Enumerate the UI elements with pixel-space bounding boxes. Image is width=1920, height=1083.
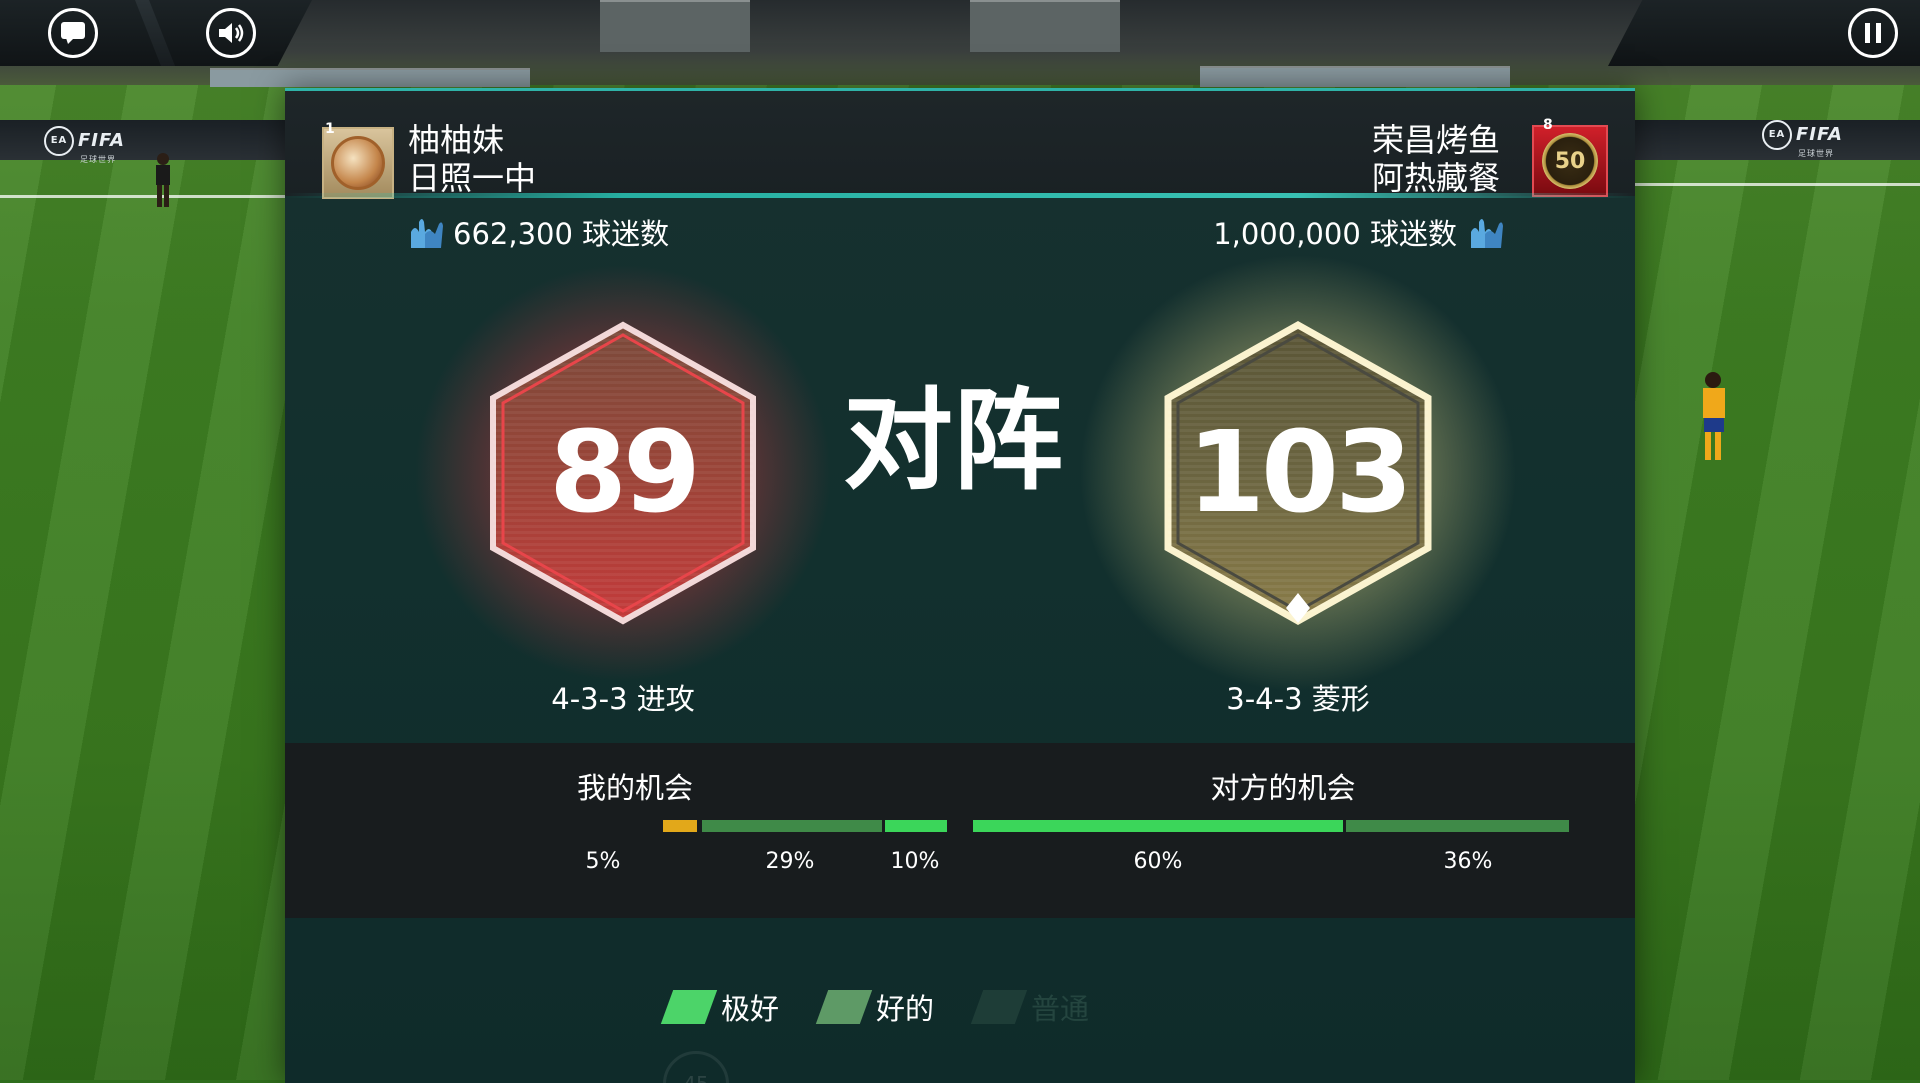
panel-header: 1 柚柚妹 日照一中 荣昌烤鱼 阿热藏餐 50 8 (285, 91, 1635, 199)
pitch-line (1630, 183, 1920, 186)
their-chance-bar-good (1346, 820, 1569, 832)
legend-normal: 普通 (970, 986, 1090, 1028)
header-divider-glow (285, 193, 1635, 198)
fifa-logo-right: EA FIFA 足球世界 (1762, 120, 1843, 159)
my-chance-bar-good (702, 820, 882, 832)
away-team-rating: 103 (1187, 408, 1413, 538)
ea-logo-icon: EA (44, 126, 74, 156)
home-fans: 662,300 球迷数 (405, 211, 669, 253)
home-rank: 1 (325, 121, 335, 137)
brand-text: FIFA (78, 130, 125, 151)
my-chance-pct-great: 10% (890, 849, 940, 874)
brand-text: FIFA (1796, 124, 1843, 145)
sound-button[interactable] (206, 8, 256, 58)
legend-good: 好的 (815, 986, 935, 1028)
chat-bubble-icon (61, 22, 85, 44)
away-fans-count: 1,000,000 球迷数 (1213, 217, 1457, 251)
pause-icon (1865, 23, 1881, 43)
laurel-wreath-icon: 50 (1542, 133, 1598, 189)
legend-swatch-normal (970, 990, 1028, 1024)
away-formation: 3-4-3 菱形 (1226, 682, 1370, 716)
stand-block (970, 0, 1120, 52)
my-chance-bar-great (885, 820, 947, 832)
legend-label: 极好 (721, 992, 780, 1026)
faded-timer-badge: 45 (663, 1051, 729, 1083)
brand-subtext: 足球世界 (80, 155, 116, 164)
player-figure-icon (1703, 372, 1725, 460)
away-rank: 8 (1543, 117, 1553, 133)
legend-label: 普通 (1031, 992, 1090, 1026)
stand-block (210, 68, 530, 87)
home-formation: 4-3-3 进攻 (551, 682, 695, 716)
pitch-line (0, 195, 290, 198)
their-chances-title: 对方的机会 (1210, 771, 1356, 805)
hud-left-bar (0, 0, 312, 66)
away-club-badge[interactable]: 50 (1532, 125, 1608, 197)
my-chance-bar-poor (663, 820, 697, 832)
legend-swatch-excellent (660, 990, 718, 1024)
legend-swatch-good (815, 990, 873, 1024)
fifa-logo-left: EA FIFA 足球世界 (44, 126, 125, 165)
fans-cheer-icon (1471, 219, 1503, 248)
matchup-panel: 1 柚柚妹 日照一中 荣昌烤鱼 阿热藏餐 50 8 662,300 球迷数 1,… (285, 88, 1635, 1083)
home-club-badge[interactable] (322, 127, 394, 199)
my-chance-pct-good: 29% (765, 849, 815, 874)
ea-logo-icon: EA (1762, 120, 1792, 150)
player-figure-icon (156, 153, 170, 207)
chances-section: 我的机会 对方的机会 5% 29% 10% 60% 36% (285, 743, 1635, 918)
pause-button[interactable] (1848, 8, 1898, 58)
hud-divider (135, 0, 175, 66)
versus-label: 对阵 (843, 377, 1063, 505)
home-team-rating: 89 (549, 408, 701, 538)
chat-button[interactable] (48, 8, 98, 58)
legend-excellent: 极好 (660, 986, 780, 1028)
their-chance-pct-good: 36% (1443, 849, 1493, 874)
my-chances-title: 我的机会 (576, 771, 693, 805)
brand-subtext: 足球世界 (1798, 149, 1834, 158)
stand-block (600, 0, 750, 52)
speaker-icon (219, 23, 244, 43)
their-chance-bar-great (973, 820, 1343, 832)
home-crest-icon (331, 136, 385, 190)
fans-cheer-icon (411, 219, 443, 248)
their-chance-pct-great: 60% (1133, 849, 1183, 874)
home-fans-count: 662,300 球迷数 (453, 217, 670, 251)
away-fans: 1,000,000 球迷数 (1213, 211, 1505, 253)
stand-block (1200, 66, 1510, 87)
home-rating-hexagon: 89 (413, 263, 833, 683)
my-chance-pct-poor: 5% (585, 849, 621, 874)
legend-label: 好的 (876, 992, 935, 1026)
away-rating-hexagon: 103 (1078, 253, 1518, 693)
